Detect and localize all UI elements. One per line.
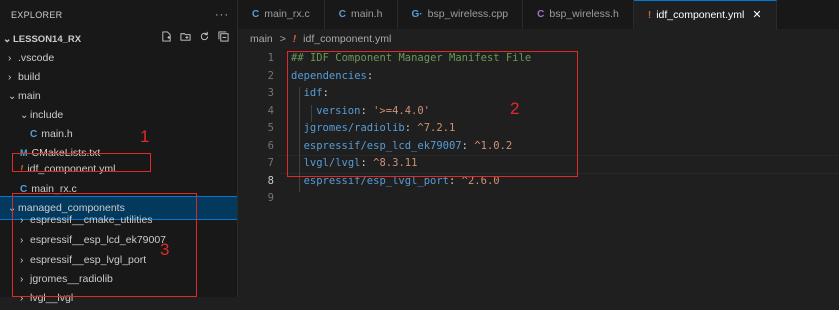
breadcrumb-file[interactable]: idf_component.yml: [303, 33, 391, 45]
breadcrumb-separator: >: [279, 33, 286, 45]
tab-main-rx-c[interactable]: Cmain_rx.c: [238, 0, 325, 29]
tab-main-h[interactable]: Cmain.h: [325, 0, 398, 29]
annotation-label-2: 2: [510, 99, 520, 118]
tab-idf-component-yml[interactable]: ! idf_component.yml ✕: [633, 0, 777, 30]
yaml-file-icon: !: [647, 10, 652, 21]
line-number: 1: [267, 52, 274, 64]
close-icon[interactable]: ✕: [752, 9, 761, 21]
breadcrumb-folder[interactable]: main: [250, 33, 273, 45]
tree-item-label: main: [18, 90, 41, 102]
editor-tabs: Cmain_rx.c Cmain.h G· bsp_wireless.cpp Cbsp_…: [238, 0, 839, 30]
line-number: 7: [267, 157, 274, 169]
tab-label: bsp_wireless.cpp: [427, 8, 509, 20]
tab-label: main.h: [350, 8, 383, 20]
annotation-label-3: 3: [160, 240, 170, 259]
explorer-header: EXPLORER ···: [0, 0, 237, 29]
tree-item-label: .vscode: [18, 52, 55, 64]
project-name: LESSON14_RX: [13, 34, 82, 45]
yaml-file-icon: !: [292, 33, 297, 45]
tree-item-label: main.h: [41, 128, 73, 140]
breadcrumb: main > ! idf_component.yml: [238, 29, 391, 49]
tab-bsp-wireless-h[interactable]: Cbsp_wireless.h: [523, 0, 634, 29]
tab-label: main_rx.c: [264, 8, 310, 20]
tree-item-label: include: [30, 109, 64, 121]
tree-item-label: build: [18, 71, 41, 83]
c-file-icon: C: [537, 9, 545, 20]
explorer-title: EXPLORER: [11, 9, 63, 20]
c-file-icon: C: [338, 9, 346, 20]
tab-bsp-wireless-cpp[interactable]: G· bsp_wireless.cpp: [398, 0, 524, 29]
more-actions-icon[interactable]: ···: [215, 9, 229, 21]
annotation-box-1: [12, 153, 151, 172]
line-number: 5: [267, 122, 274, 134]
line-number: 4: [267, 104, 274, 117]
tab-label: idf_component.yml: [656, 9, 745, 21]
line-number: 6: [267, 139, 274, 152]
annotation-label-1: 1: [140, 127, 150, 146]
tab-label: bsp_wireless.h: [549, 8, 619, 20]
line-number: 3: [267, 87, 274, 99]
annotation-box-2: [287, 51, 578, 177]
c-file-icon: G·: [411, 9, 423, 20]
line-number: 8: [267, 174, 274, 187]
line-number: 2: [267, 69, 274, 82]
line-number: 9: [267, 192, 274, 204]
c-file-icon: C: [252, 9, 260, 20]
